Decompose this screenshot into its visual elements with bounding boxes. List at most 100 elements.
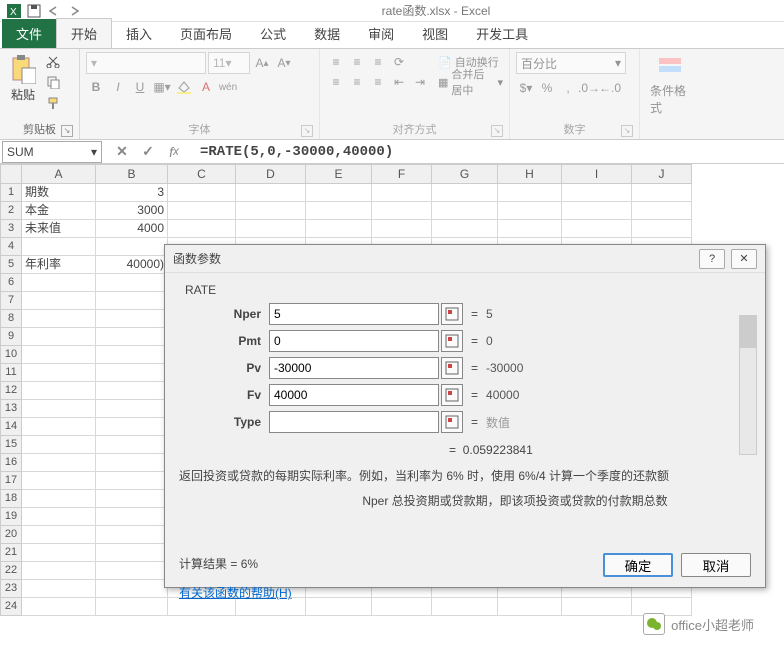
row-header[interactable]: 8 bbox=[0, 310, 22, 328]
row-header[interactable]: 22 bbox=[0, 562, 22, 580]
align-bottom-icon[interactable]: ≡ bbox=[368, 52, 388, 72]
cell[interactable] bbox=[22, 598, 96, 616]
close-button[interactable]: ✕ bbox=[731, 249, 757, 269]
range-selector-icon[interactable] bbox=[441, 303, 463, 325]
cell[interactable] bbox=[562, 202, 632, 220]
number-format-select[interactable]: 百分比▾ bbox=[516, 52, 626, 74]
cell[interactable] bbox=[22, 382, 96, 400]
cell[interactable] bbox=[96, 472, 168, 490]
row-header[interactable]: 24 bbox=[0, 598, 22, 616]
row-header[interactable]: 13 bbox=[0, 400, 22, 418]
cell[interactable] bbox=[432, 202, 498, 220]
cell[interactable] bbox=[22, 562, 96, 580]
copy-icon[interactable] bbox=[44, 73, 62, 91]
fill-color-button[interactable] bbox=[174, 77, 194, 97]
cell[interactable] bbox=[96, 310, 168, 328]
cell[interactable] bbox=[236, 184, 306, 202]
align-top-icon[interactable]: ≡ bbox=[326, 52, 346, 72]
cell[interactable] bbox=[22, 454, 96, 472]
fx-icon[interactable]: fx bbox=[164, 142, 184, 162]
row-header[interactable]: 5 bbox=[0, 256, 22, 274]
cell[interactable] bbox=[96, 598, 168, 616]
cell[interactable] bbox=[96, 526, 168, 544]
tab-insert[interactable]: 插入 bbox=[112, 19, 166, 48]
row-header[interactable]: 1 bbox=[0, 184, 22, 202]
cell[interactable] bbox=[168, 202, 236, 220]
font-size-select[interactable]: 11▾ bbox=[208, 52, 250, 74]
cell[interactable] bbox=[372, 220, 432, 238]
cell[interactable] bbox=[236, 220, 306, 238]
inc-decimal-icon[interactable]: .0→ bbox=[579, 78, 599, 98]
cell[interactable] bbox=[22, 310, 96, 328]
decrease-font-icon[interactable]: A▾ bbox=[274, 53, 294, 73]
row-header[interactable]: 12 bbox=[0, 382, 22, 400]
tab-home[interactable]: 开始 bbox=[56, 18, 112, 48]
underline-button[interactable]: U bbox=[130, 77, 150, 97]
paste-button[interactable]: 粘贴 bbox=[6, 52, 40, 105]
cell[interactable]: 40000) bbox=[96, 256, 168, 274]
cell[interactable] bbox=[22, 328, 96, 346]
format-painter-icon[interactable] bbox=[44, 94, 62, 112]
font-color-button[interactable]: A bbox=[196, 77, 216, 97]
row-header[interactable]: 14 bbox=[0, 418, 22, 436]
cell[interactable] bbox=[22, 436, 96, 454]
param-scrollbar[interactable] bbox=[739, 315, 757, 455]
cell[interactable] bbox=[96, 328, 168, 346]
col-header[interactable]: F bbox=[372, 164, 432, 184]
cell[interactable] bbox=[22, 274, 96, 292]
col-header[interactable]: G bbox=[432, 164, 498, 184]
cell[interactable] bbox=[96, 580, 168, 598]
col-header[interactable]: H bbox=[498, 164, 562, 184]
row-header[interactable]: 20 bbox=[0, 526, 22, 544]
cell[interactable] bbox=[22, 526, 96, 544]
cell[interactable] bbox=[22, 490, 96, 508]
cell[interactable] bbox=[22, 544, 96, 562]
ok-button[interactable]: 确定 bbox=[603, 553, 673, 577]
row-header[interactable]: 23 bbox=[0, 580, 22, 598]
phonetic-button[interactable]: wén bbox=[218, 77, 238, 97]
cell[interactable] bbox=[432, 220, 498, 238]
cell[interactable]: 3 bbox=[96, 184, 168, 202]
dec-decimal-icon[interactable]: ←.0 bbox=[600, 78, 620, 98]
italic-button[interactable]: I bbox=[108, 77, 128, 97]
col-header[interactable]: B bbox=[96, 164, 168, 184]
param-input-pv[interactable] bbox=[269, 357, 439, 379]
cell[interactable] bbox=[498, 202, 562, 220]
cell[interactable] bbox=[22, 580, 96, 598]
cell[interactable] bbox=[432, 184, 498, 202]
merge-button[interactable]: ▦合并后居中▾ bbox=[438, 72, 503, 92]
cell[interactable] bbox=[306, 202, 372, 220]
cell[interactable] bbox=[22, 400, 96, 418]
cell[interactable] bbox=[22, 238, 96, 256]
row-header[interactable]: 4 bbox=[0, 238, 22, 256]
cell[interactable] bbox=[96, 454, 168, 472]
cell[interactable] bbox=[96, 382, 168, 400]
undo-icon[interactable] bbox=[46, 3, 62, 19]
border-button[interactable]: ▦▾ bbox=[152, 77, 172, 97]
cell[interactable] bbox=[498, 184, 562, 202]
cell[interactable] bbox=[96, 508, 168, 526]
select-all-corner[interactable] bbox=[0, 164, 22, 184]
cell[interactable] bbox=[96, 436, 168, 454]
accounting-icon[interactable]: $▾ bbox=[516, 78, 536, 98]
tab-layout[interactable]: 页面布局 bbox=[166, 19, 246, 48]
row-header[interactable]: 11 bbox=[0, 364, 22, 382]
cell[interactable]: 年利率 bbox=[22, 256, 96, 274]
function-help-link[interactable]: 有关该函数的帮助(H) bbox=[179, 584, 292, 601]
col-header[interactable]: C bbox=[168, 164, 236, 184]
align-left-icon[interactable]: ≡ bbox=[326, 72, 346, 92]
cell[interactable] bbox=[22, 418, 96, 436]
bold-button[interactable]: B bbox=[86, 77, 106, 97]
row-header[interactable]: 2 bbox=[0, 202, 22, 220]
dialog-launcher-icon[interactable]: ↘ bbox=[61, 125, 73, 137]
cell[interactable] bbox=[498, 220, 562, 238]
row-header[interactable]: 3 bbox=[0, 220, 22, 238]
cell[interactable] bbox=[632, 184, 692, 202]
cell[interactable] bbox=[96, 490, 168, 508]
dialog-launcher-icon[interactable]: ↘ bbox=[301, 125, 313, 137]
help-button[interactable]: ? bbox=[699, 249, 725, 269]
conditional-format-button[interactable]: 条件格式 bbox=[646, 52, 694, 118]
cut-icon[interactable] bbox=[44, 52, 62, 70]
cell[interactable] bbox=[96, 418, 168, 436]
range-selector-icon[interactable] bbox=[441, 357, 463, 379]
